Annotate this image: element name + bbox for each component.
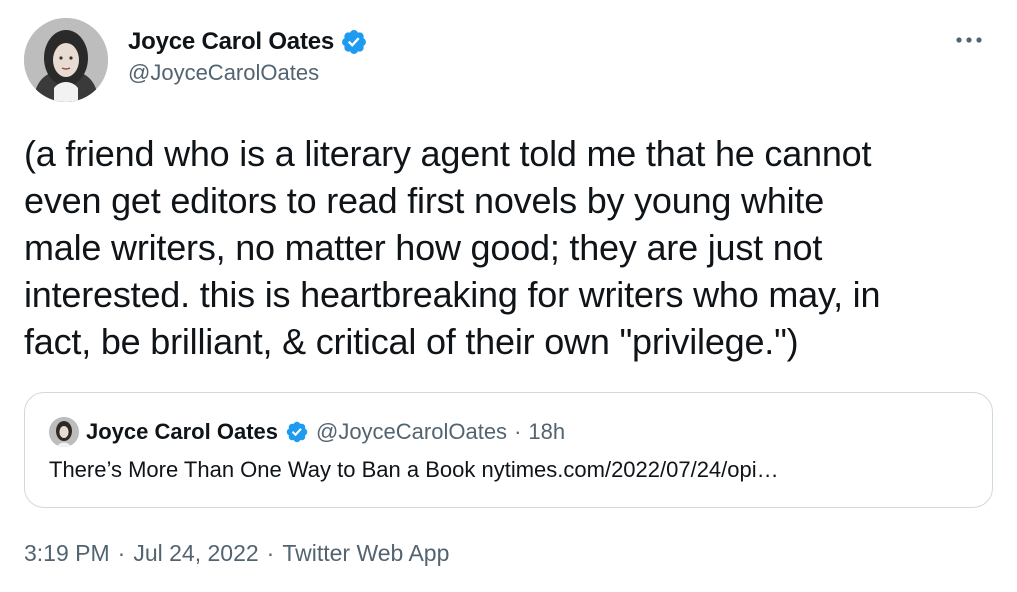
more-options-button[interactable] <box>951 30 987 50</box>
quoted-tweet-time: 18h <box>528 419 566 444</box>
quoted-separator: · <box>514 419 522 444</box>
meta-separator: · <box>266 540 275 566</box>
tweet-text: (a friend who is a literary agent told m… <box>24 133 881 362</box>
quoted-tweet[interactable]: Joyce Carol Oates @JoyceCarolOates · 18h… <box>24 392 993 508</box>
tweet-card: Joyce Carol Oates @JoyceCarolOates (a fr… <box>0 0 1017 592</box>
author-handle[interactable]: @JoyceCarolOates <box>128 60 368 86</box>
quoted-author-handle: @JoyceCarolOates <box>315 419 508 444</box>
author-header: Joyce Carol Oates @JoyceCarolOates <box>128 26 368 86</box>
meta-separator: · <box>117 540 126 566</box>
more-horizontal-icon <box>956 37 982 43</box>
quoted-author-avatar <box>49 417 79 447</box>
author-display-name[interactable]: Joyce Carol Oates <box>128 28 334 56</box>
profile-photo-icon <box>24 18 108 102</box>
author-avatar[interactable] <box>24 18 108 102</box>
quoted-author-display-name: Joyce Carol Oates <box>86 419 278 444</box>
profile-photo-icon <box>49 417 79 447</box>
tweet-date[interactable]: Jul 24, 2022 <box>133 540 258 567</box>
tweet-time[interactable]: 3:19 PM <box>24 540 110 567</box>
verified-badge-icon <box>286 421 308 443</box>
quoted-tweet-header: Joyce Carol Oates @JoyceCarolOates · 18h <box>49 417 565 447</box>
verified-badge-icon <box>342 30 367 54</box>
tweet-metadata: 3:19 PM · Jul 24, 2022 · Twitter Web App <box>24 540 449 567</box>
tweet-source[interactable]: Twitter Web App <box>282 540 449 567</box>
quoted-tweet-text: There’s More Than One Way to Ban a Book … <box>49 457 779 482</box>
